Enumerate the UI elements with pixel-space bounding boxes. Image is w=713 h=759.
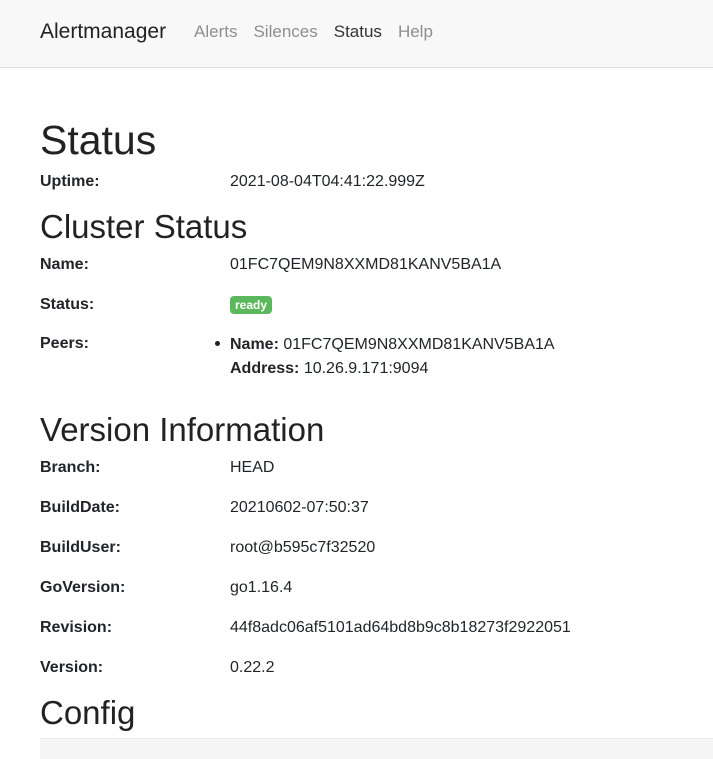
cluster-name-label: Name: xyxy=(40,256,89,273)
uptime-value: 2021-08-04T04:41:22.999Z xyxy=(230,173,425,190)
peer-name-label: Name: xyxy=(230,336,279,353)
peers-label: Peers: xyxy=(40,335,89,352)
nav-link-alerts[interactable]: Alerts xyxy=(194,21,237,43)
uptime-label: Uptime: xyxy=(40,173,100,190)
goversion-value: go1.16.4 xyxy=(230,579,293,596)
status-badge: ready xyxy=(230,296,273,314)
peer-name-line: Name: 01FC7QEM9N8XXMD81KANV5BA1A xyxy=(230,333,555,357)
page-title: Status xyxy=(40,117,157,163)
cluster-status-value: ready xyxy=(230,294,273,316)
revision-label: Revision: xyxy=(40,619,113,636)
version-value: 0.22.2 xyxy=(230,659,275,676)
peer-address-label: Address: xyxy=(230,360,300,377)
nav-link-silences[interactable]: Silences xyxy=(253,21,317,43)
builduser-value: root@b595c7f32520 xyxy=(230,539,376,556)
version-label: Version: xyxy=(40,659,104,676)
bullet-icon xyxy=(215,341,220,346)
peer-name-value: 01FC7QEM9N8XXMD81KANV5BA1A xyxy=(283,336,555,353)
goversion-label: GoVersion: xyxy=(40,579,126,596)
config-title: Config xyxy=(40,694,136,731)
brand-link[interactable]: Alertmanager xyxy=(40,19,166,45)
peer-address-line: Address: 10.26.9.171:9094 xyxy=(230,357,555,381)
peer-address-value: 10.26.9.171:9094 xyxy=(303,360,429,377)
config-code-block xyxy=(40,738,713,759)
cluster-status-label: Status: xyxy=(40,296,95,313)
branch-value: HEAD xyxy=(230,459,275,476)
cluster-status-title: Cluster Status xyxy=(40,208,248,245)
list-item: Name: 01FC7QEM9N8XXMD81KANV5BA1A Address… xyxy=(215,333,555,381)
branch-label: Branch: xyxy=(40,459,101,476)
nav-link-help[interactable]: Help xyxy=(398,21,433,43)
peer-list: Name: 01FC7QEM9N8XXMD81KANV5BA1A Address… xyxy=(215,333,555,381)
version-info-title: Version Information xyxy=(40,411,325,448)
revision-value: 44f8adc06af5101ad64bd8b9c8b18273f2922051 xyxy=(230,619,571,636)
nav-links: Alerts Silences Status Help xyxy=(194,21,449,43)
nav-link-status[interactable]: Status xyxy=(334,21,382,43)
navbar: Alertmanager Alerts Silences Status Help xyxy=(0,0,713,68)
builduser-label: BuildUser: xyxy=(40,539,121,556)
cluster-name-value: 01FC7QEM9N8XXMD81KANV5BA1A xyxy=(230,256,502,273)
builddate-label: BuildDate: xyxy=(40,499,120,516)
builddate-value: 20210602-07:50:37 xyxy=(230,499,369,516)
